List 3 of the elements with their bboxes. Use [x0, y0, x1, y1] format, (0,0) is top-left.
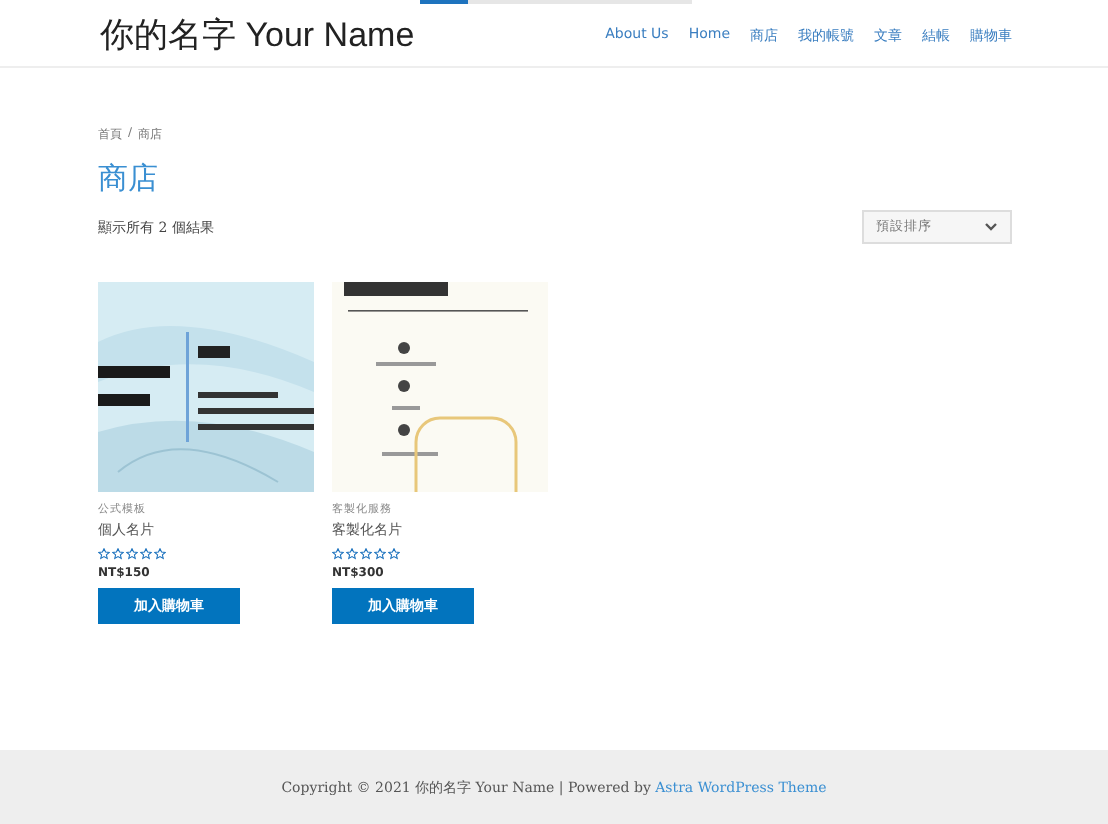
- page-title: 商店: [98, 160, 160, 198]
- chevron-icon: [984, 222, 998, 232]
- site-title[interactable]: 你的名字 Your Name: [100, 12, 415, 58]
